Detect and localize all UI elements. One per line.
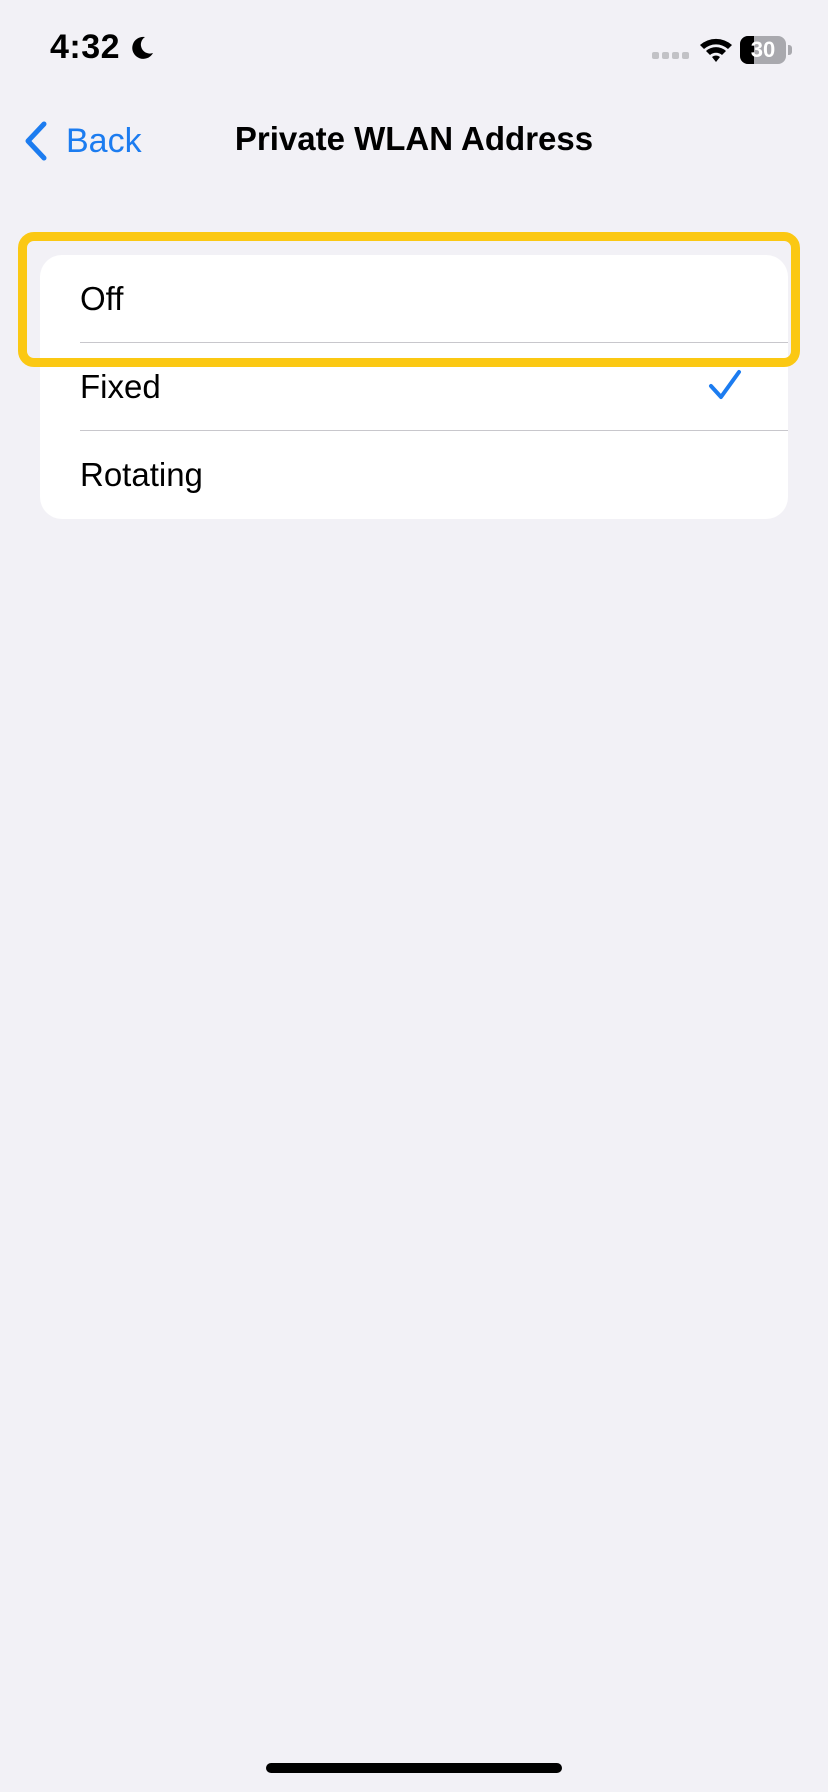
- option-rotating[interactable]: Rotating: [40, 431, 788, 519]
- navigation-bar: Back Private WLAN Address: [0, 100, 828, 180]
- home-indicator: [266, 1763, 562, 1773]
- status-bar: 4:32 30: [0, 0, 828, 100]
- page-title: Private WLAN Address: [234, 120, 594, 157]
- battery-level: 30: [750, 37, 776, 62]
- moon-icon: [132, 36, 153, 59]
- battery-body: 30: [740, 36, 786, 64]
- battery-nub: [788, 45, 792, 55]
- option-label: Off: [80, 280, 124, 317]
- cellular-signal-icon: [652, 52, 689, 59]
- battery-icon: 30: [740, 36, 794, 64]
- option-fixed[interactable]: Fixed: [40, 343, 788, 431]
- option-label: Rotating: [80, 456, 203, 493]
- wifi-icon: [700, 38, 732, 62]
- option-list: Off Fixed Rotating: [40, 255, 788, 519]
- option-off[interactable]: Off: [40, 255, 788, 343]
- option-label: Fixed: [80, 368, 161, 405]
- checkmark-icon: [709, 370, 741, 399]
- status-time: 4:32: [50, 28, 121, 66]
